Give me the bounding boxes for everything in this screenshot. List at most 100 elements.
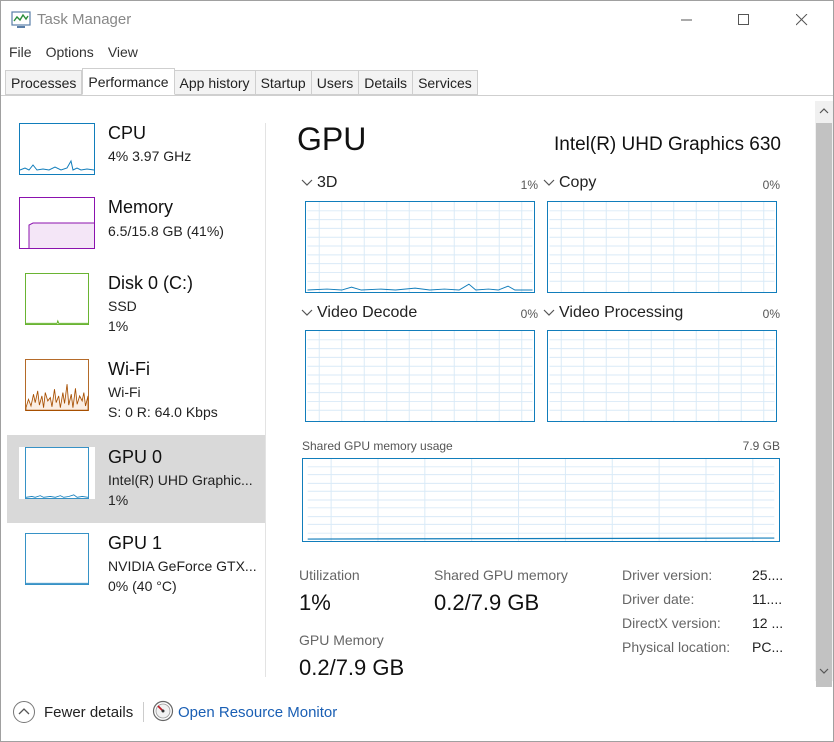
tab-services[interactable]: Services — [413, 70, 478, 95]
engine-graph-video-processing — [547, 330, 777, 422]
panel-divider — [265, 123, 266, 677]
tab-performance[interactable]: Performance — [82, 68, 175, 95]
engine-name: 3D — [317, 174, 338, 191]
close-button[interactable] — [779, 1, 825, 39]
driver-date-value: 11.... — [752, 591, 783, 607]
engine-graph-video-decode — [305, 330, 535, 422]
cpu-thumbnail-graph — [19, 123, 95, 175]
directx-version-value: 12 ... — [752, 615, 784, 631]
minimize-icon — [681, 19, 692, 21]
sidebar-item-detail: 6.5/15.8 GB (41%) — [108, 223, 224, 239]
footer: Fewer details Open Resource Monitor — [1, 689, 833, 741]
sidebar-item-detail: 4% 3.97 GHz — [108, 148, 192, 164]
sidebar-item-title: Memory — [108, 197, 174, 217]
engine-percent: 0% — [762, 307, 780, 321]
disk-thumbnail-graph — [19, 273, 95, 325]
engine-selector-copy[interactable]: Copy — [543, 174, 596, 192]
physical-location-label: Physical location: — [622, 639, 731, 655]
sidebar-item-title: Wi-Fi — [108, 359, 150, 379]
sidebar-item-gpu0[interactable]: GPU 0 Intel(R) UHD Graphic... 1% — [7, 435, 265, 523]
sidebar-item-detail: Intel(R) UHD Graphic... — [108, 472, 253, 488]
shared-memory-label: Shared GPU memory usage — [302, 439, 453, 453]
fewer-details-button[interactable]: Fewer details — [44, 704, 133, 721]
tab-users[interactable]: Users — [311, 70, 360, 95]
title-bar: Task Manager — [1, 1, 833, 39]
utilization-value: 1% — [299, 590, 331, 615]
engine-name: Copy — [559, 174, 597, 191]
memory-thumbnail-graph — [19, 197, 95, 249]
gpu-memory-value: 0.2/7.9 GB — [299, 655, 405, 680]
engine-percent: 0% — [520, 307, 538, 321]
fewer-details-icon[interactable] — [12, 700, 36, 724]
vertical-scrollbar[interactable] — [815, 101, 833, 687]
open-resource-monitor-link[interactable]: Open Resource Monitor — [178, 704, 337, 721]
chevron-down-icon — [543, 179, 555, 186]
chevron-down-icon — [301, 179, 313, 186]
engine-name: Video Processing — [559, 304, 684, 321]
sidebar-item-disk[interactable]: Disk 0 (C:) SSD 1% — [7, 263, 265, 351]
sidebar-item-detail: 0% (40 °C) — [108, 578, 177, 594]
chevron-down-icon — [819, 668, 829, 674]
maximize-icon — [738, 14, 749, 25]
tab-startup[interactable]: Startup — [255, 70, 312, 95]
sidebar-item-detail: 1% — [108, 492, 129, 508]
sidebar-item-title: CPU — [108, 123, 147, 143]
menu-view[interactable]: View — [101, 41, 145, 63]
sidebar-item-detail: SSD — [108, 298, 137, 314]
sidebar-item-detail: S: 0 R: 64.0 Kbps — [108, 404, 218, 420]
gpu-device-name: Intel(R) UHD Graphics 630 — [553, 134, 781, 155]
chevron-down-icon — [543, 309, 555, 316]
sidebar-item-title: Disk 0 (C:) — [108, 273, 193, 293]
sidebar-item-gpu1[interactable]: GPU 1 NVIDIA GeForce GTX... 0% (40 °C) — [7, 523, 265, 611]
tab-details[interactable]: Details — [359, 70, 414, 95]
sidebar-item-detail: 1% — [108, 318, 129, 334]
shared-memory-graph — [302, 458, 780, 542]
physical-location-value: PC... — [752, 639, 784, 655]
driver-date-label: Driver date: — [622, 591, 695, 607]
sidebar-item-detail: Wi-Fi — [108, 384, 141, 400]
engine-selector-3d[interactable]: 3D — [301, 174, 337, 192]
menu-file[interactable]: File — [1, 41, 39, 63]
gpu-memory-label: GPU Memory — [299, 632, 384, 648]
scrollbar-thumb[interactable] — [816, 123, 832, 687]
scroll-down-button[interactable] — [815, 661, 833, 681]
tab-processes[interactable]: Processes — [5, 70, 83, 95]
sidebar-item-wifi[interactable]: Wi-Fi Wi-Fi S: 0 R: 64.0 Kbps — [7, 349, 265, 437]
minimize-button[interactable] — [664, 1, 710, 39]
utilization-label: Utilization — [299, 567, 360, 583]
close-icon — [796, 14, 808, 26]
footer-divider — [143, 702, 144, 722]
engine-name: Video Decode — [317, 304, 418, 321]
resource-monitor-icon[interactable] — [152, 700, 174, 722]
sidebar-item-detail: NVIDIA GeForce GTX... — [108, 558, 257, 574]
gpu0-thumbnail-graph — [19, 447, 95, 499]
menu-bar: File Options View — [1, 41, 145, 63]
engine-selector-video-processing[interactable]: Video Processing — [543, 304, 683, 322]
scroll-up-button[interactable] — [815, 101, 833, 121]
driver-version-label: Driver version: — [622, 567, 713, 583]
tab-underline — [1, 95, 833, 96]
menu-options[interactable]: Options — [39, 41, 101, 63]
tab-app-history[interactable]: App history — [174, 70, 256, 95]
sidebar-item-cpu[interactable]: CPU 4% 3.97 GHz — [7, 111, 265, 199]
chevron-up-icon — [819, 108, 829, 114]
sidebar-item-title: GPU 1 — [108, 533, 163, 553]
engine-graph-copy — [547, 201, 777, 293]
sidebar-item-title: GPU 0 — [108, 447, 163, 467]
task-manager-icon — [11, 11, 31, 28]
tab-bar: Processes Performance App history Startu… — [5, 68, 478, 95]
sidebar-item-memory[interactable]: Memory 6.5/15.8 GB (41%) — [7, 187, 265, 275]
gpu1-thumbnail-graph — [19, 533, 95, 585]
shared-memory-max: 7.9 GB — [742, 439, 780, 453]
shared-gpu-memory-label: Shared GPU memory — [434, 567, 568, 583]
engine-selector-video-decode[interactable]: Video Decode — [301, 304, 417, 322]
directx-version-label: DirectX version: — [622, 615, 721, 631]
task-manager-window: Task Manager File Options View Processes… — [0, 0, 834, 742]
page-title: GPU — [297, 121, 367, 157]
engine-percent: 1% — [520, 178, 538, 192]
window-title: Task Manager — [37, 11, 132, 28]
driver-version-value: 25.... — [752, 567, 784, 583]
maximize-button[interactable] — [721, 1, 767, 39]
engine-graph-3d — [305, 201, 535, 293]
chevron-down-icon — [301, 309, 313, 316]
